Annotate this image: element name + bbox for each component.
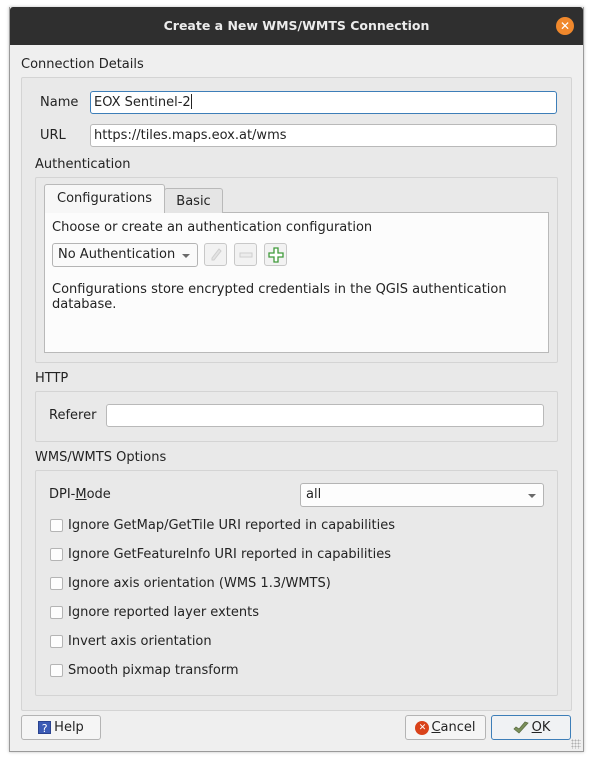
checkbox-box[interactable] — [50, 634, 63, 648]
name-input[interactable]: EOX Sentinel-2 — [90, 91, 557, 114]
checkbox-box[interactable] — [50, 576, 63, 590]
checkbox-smooth-pixmap[interactable]: Smooth pixmap transform — [50, 661, 239, 679]
dialog-window: Create a New WMS/WMTS Connection ✕ Conne… — [9, 7, 584, 752]
name-label: Name — [40, 95, 79, 110]
edit-config-button[interactable] — [204, 243, 227, 266]
close-icon: ✕ — [559, 19, 571, 33]
url-label: URL — [40, 128, 66, 143]
minus-icon — [239, 252, 252, 257]
connection-details-label: Connection Details — [21, 57, 144, 72]
cancel-button[interactable]: ✕ Cancel — [405, 715, 486, 740]
checkbox-box[interactable] — [50, 547, 63, 561]
checkbox-ignore-getmap[interactable]: Ignore GetMap/GetTile URI reported in ca… — [50, 516, 395, 534]
checkbox-box[interactable] — [50, 518, 63, 532]
referer-label: Referer — [49, 408, 97, 423]
ok-checkmark-icon — [513, 721, 529, 734]
checkbox-label: Ignore reported layer extents — [68, 604, 259, 620]
title-bar[interactable]: Create a New WMS/WMTS Connection ✕ — [10, 7, 583, 45]
cancel-icon: ✕ — [415, 720, 430, 735]
help-icon: ? — [38, 721, 52, 735]
checkbox-label: Invert axis orientation — [68, 633, 212, 649]
referer-input[interactable] — [106, 404, 544, 427]
chevron-down-icon — [528, 494, 536, 498]
close-button[interactable]: ✕ — [556, 17, 574, 35]
cancel-label: Cancel — [431, 720, 476, 735]
checkbox-label: Ignore GetMap/GetTile URI reported in ca… — [68, 517, 395, 533]
tab-basic[interactable]: Basic — [164, 188, 223, 213]
dpi-mode-value: all — [306, 487, 322, 502]
plus-icon — [267, 246, 284, 263]
ok-label: OK — [531, 720, 551, 735]
checkbox-invert-axis[interactable]: Invert axis orientation — [50, 632, 212, 650]
name-value: EOX Sentinel-2 — [94, 95, 191, 110]
checkbox-label: Ignore axis orientation (WMS 1.3/WMTS) — [68, 575, 331, 591]
dpi-mode-select[interactable]: all — [300, 483, 544, 507]
auth-config-select[interactable]: No Authentication — [52, 243, 198, 267]
checkbox-box[interactable] — [50, 605, 63, 619]
authentication-label: Authentication — [35, 157, 131, 172]
ok-button[interactable]: OK — [491, 715, 571, 740]
auth-prompt: Choose or create an authentication confi… — [52, 220, 373, 235]
checkbox-label: Ignore GetFeatureInfo URI reported in ca… — [68, 546, 391, 562]
http-label: HTTP — [35, 371, 69, 386]
text-caret — [190, 94, 192, 109]
checkbox-box[interactable] — [50, 663, 63, 677]
resize-grip[interactable] — [571, 739, 581, 749]
wms-options-label: WMS/WMTS Options — [35, 450, 167, 465]
checkbox-ignore-axis-orientation[interactable]: Ignore axis orientation (WMS 1.3/WMTS) — [50, 574, 331, 592]
help-label: Help — [54, 720, 84, 735]
dialog-title: Create a New WMS/WMTS Connection — [163, 18, 430, 33]
add-config-button[interactable] — [264, 243, 287, 266]
help-button[interactable]: ? Help — [21, 715, 101, 740]
pencil-icon — [211, 247, 222, 260]
auth-info-text: Configurations store encrypted credentia… — [52, 282, 507, 312]
tab-configurations[interactable]: Configurations — [44, 184, 165, 213]
checkbox-ignore-getfeatureinfo[interactable]: Ignore GetFeatureInfo URI reported in ca… — [50, 545, 391, 563]
dpi-mode-label: DPI-Mode — [49, 487, 111, 502]
remove-config-button[interactable] — [234, 243, 257, 266]
chevron-down-icon — [182, 254, 190, 258]
checkbox-ignore-layer-extents[interactable]: Ignore reported layer extents — [50, 603, 259, 621]
auth-config-value: No Authentication — [58, 247, 176, 262]
checkbox-label: Smooth pixmap transform — [68, 662, 239, 678]
url-input[interactable]: https://tiles.maps.eox.at/wms — [90, 124, 557, 147]
